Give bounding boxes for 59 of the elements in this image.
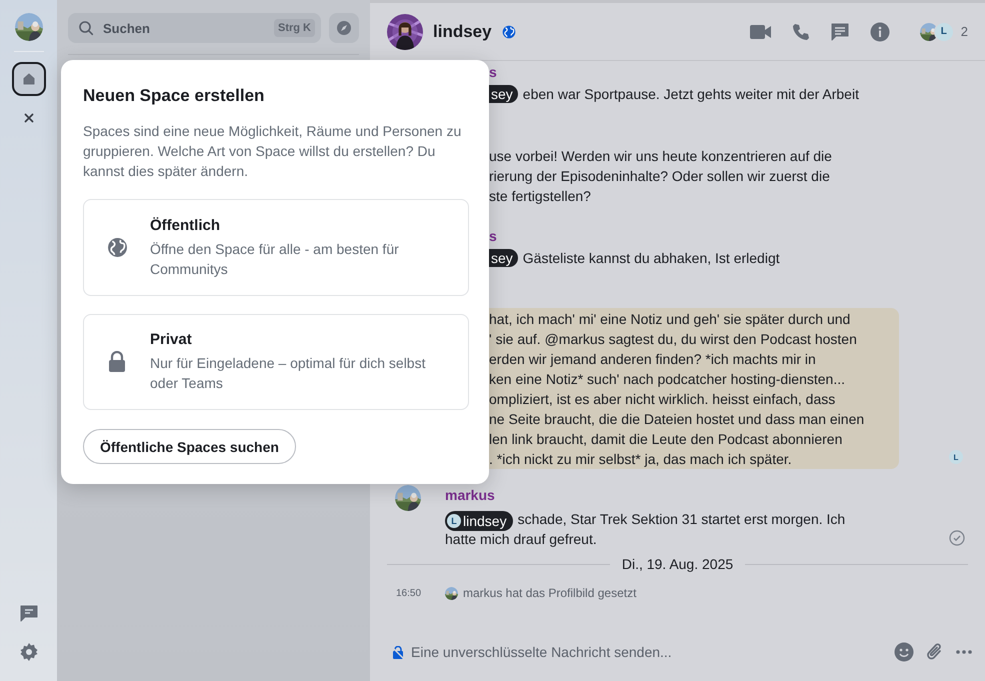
read-check-icon [949, 530, 965, 546]
message-text: hatte mich drauf gefreut. [445, 531, 597, 547]
message-text: schade, Star Trek Sektion 31 startet erst morgen. Ich [518, 511, 846, 527]
read-receipt: L [949, 450, 963, 464]
space-type-option[interactable]: Privat Nur für Eingeladene – optimal für dich selbst oder Teams [83, 314, 469, 410]
dialog-title: Neuen Space erstellen [83, 86, 266, 106]
message-line: ste fertigstellen? [489, 187, 592, 206]
room-name: lindsey [433, 22, 492, 42]
more-options-icon[interactable] [956, 650, 972, 654]
attachment-icon[interactable] [926, 642, 944, 662]
message-text: Gästeliste kannst du abhaken, Ist erledigt [522, 250, 780, 266]
date-separator: Di., 19. Aug. 2025 [622, 556, 734, 572]
message-line: rierung der Episodeninhalte? Oder sollen wir zuerst die [489, 167, 831, 186]
phone-icon[interactable] [792, 22, 810, 40]
unencrypted-icon [392, 646, 404, 658]
message-line: erden wir jemand anderen finden? *ich machts mir in [489, 351, 816, 367]
compass-icon [336, 20, 352, 36]
message-line: ne Seite braucht, die die Dateien hostet und dass man einen [489, 411, 864, 427]
globe-icon [106, 236, 128, 258]
sender-name: markus [445, 487, 495, 503]
message-line: use vorbei! Werden wir uns heute konzentrieren auf die [489, 147, 833, 166]
user-pill[interactable]: sey [489, 85, 518, 103]
search-icon [78, 20, 94, 36]
event-time: 16:50 [396, 588, 422, 598]
message-line: ' sie auf. @markus sagtest du, du wirst den Podcast hosten [489, 331, 857, 347]
settings-icon[interactable] [18, 642, 38, 662]
chat-icon[interactable] [18, 603, 38, 623]
message-text: eben war Sportpause. Jetzt gehts weiter mit der Arbeit [522, 86, 859, 102]
explore-button[interactable] [329, 13, 359, 43]
user-pill[interactable]: sey [489, 249, 518, 267]
close-icon[interactable] [24, 113, 34, 123]
emoji-icon[interactable] [894, 642, 914, 662]
video-call-icon[interactable] [750, 24, 772, 40]
space-type-option[interactable]: Öffentlich Öffne den Space für alle - am besten für Communitys [83, 199, 469, 296]
message-line: ken eine Notiz* such' nach podcatcher hosting-diensten... [489, 371, 846, 387]
option-description: Nur für Eingeladene – optimal für dich selbst oder Teams [150, 354, 426, 394]
sender-name: s [489, 64, 497, 80]
option-title: Privat [150, 330, 193, 350]
event-text: markus hat das Profilbild gesetzt [463, 586, 636, 600]
message-line: ompliziert, ist es aber nicht wirklich. heisst einfach, dass [489, 391, 836, 407]
threads-icon[interactable] [830, 22, 850, 42]
message-line: len link braucht, damit die Leute den Podcast abonnieren [489, 431, 842, 447]
globe-icon [502, 24, 516, 38]
sender-name: s [489, 228, 497, 244]
user-pill[interactable]: L lindsey [445, 511, 513, 531]
message-input[interactable]: Eine unverschlüsselte Nachricht senden... [411, 644, 875, 660]
lock-icon [107, 350, 127, 373]
search-spaces-button[interactable]: Öffentliche Spaces suchen [83, 429, 296, 464]
option-title: Öffentlich [150, 216, 221, 236]
option-description: Öffne den Space für alle - am besten für Communitys [150, 240, 400, 279]
search-field[interactable]: Suchen Strg K [68, 13, 321, 43]
shortcut-hint: Strg K [274, 19, 315, 37]
home-icon [22, 72, 36, 86]
dialog-description: Spaces sind eine neue Möglichkeit, Räume und Personen zu gruppieren. Welche Art von Space willst du erstellen? Du kannst dies später ändern. [83, 122, 462, 181]
info-icon[interactable] [870, 22, 890, 42]
member-facepile[interactable]: L 2 [920, 22, 968, 42]
message-line: hat, ich mach' mi' eine Notiz und geh' sie später durch und [489, 311, 850, 327]
home-button[interactable] [12, 62, 46, 96]
message-line: . *ich nickt zu mir selbst* ja, das mach ich später. [489, 451, 792, 467]
